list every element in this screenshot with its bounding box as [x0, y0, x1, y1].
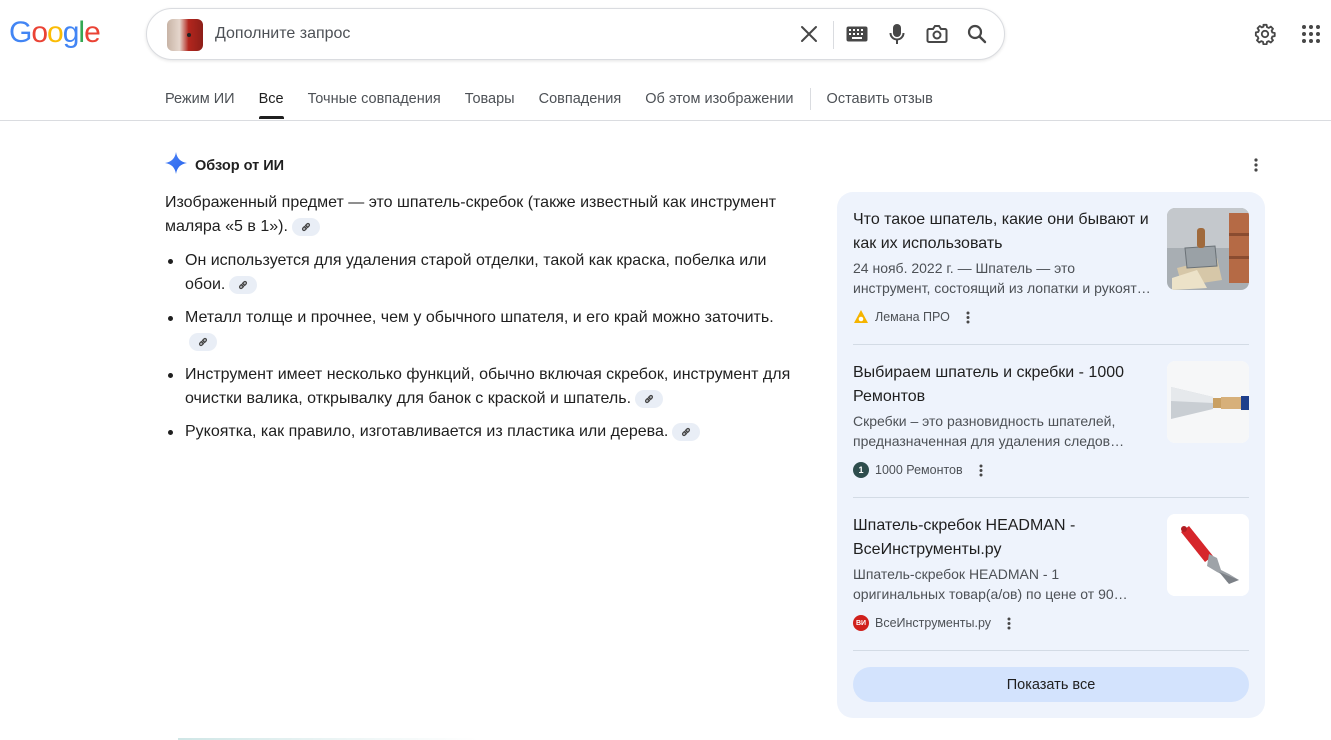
lens-icon[interactable]	[925, 22, 949, 46]
more-vert-icon[interactable]	[1003, 615, 1015, 631]
bullet-item: Рукоятка, как правило, изготавливается и…	[165, 420, 805, 444]
link-icon[interactable]	[672, 422, 701, 441]
logo-letter: o	[31, 16, 48, 49]
gemini-sparkle-icon	[165, 152, 187, 179]
source-meta: 1 1000 Ремонтов	[853, 462, 987, 478]
tab-divider	[809, 88, 811, 110]
site-favicon-icon: ВИ	[853, 615, 869, 631]
link-icon[interactable]	[635, 389, 664, 408]
tab-all[interactable]: Все	[258, 88, 284, 120]
search-input[interactable]	[215, 9, 775, 59]
snippet-line: Скребки – это разновидность шпателей,	[853, 413, 1116, 429]
source-meta: Лемана ПРО	[853, 309, 974, 325]
close-icon[interactable]	[797, 22, 821, 46]
link-icon[interactable]	[229, 275, 258, 294]
more-vert-icon[interactable]	[1244, 153, 1268, 177]
snippet-line: инструмент, состоящий из лопатки и рукоя…	[853, 280, 1151, 296]
site-name: Лемана ПРО	[875, 310, 950, 324]
source-snippet: Шпатель-скребок HEADMAN - 1 оригинальных…	[853, 564, 1153, 604]
site-favicon-icon: 1	[853, 462, 869, 478]
tab-feedback[interactable]: Оставить отзыв	[827, 88, 933, 120]
intro-text: Изображенный предмет — это шпатель-скреб…	[165, 194, 777, 235]
tab-about-image[interactable]: Об этом изображении	[645, 88, 793, 120]
site-favicon-icon	[853, 309, 869, 325]
bullet-item: Инструмент имеет несколько функций, обыч…	[165, 363, 805, 411]
keyboard-icon[interactable]	[845, 22, 869, 46]
tab-ai-mode[interactable]: Режим ИИ	[165, 88, 235, 120]
ai-overview-bullets: Он используется для удаления старой отде…	[165, 249, 805, 444]
source-thumbnail[interactable]	[1167, 361, 1249, 443]
more-vert-icon[interactable]	[962, 309, 974, 325]
source-card[interactable]: Шпатель-скребок HEADMAN - ВсеИнструменты…	[853, 498, 1249, 651]
link-icon[interactable]	[291, 217, 320, 236]
query-image-thumbnail[interactable]	[167, 19, 203, 51]
snippet-line: 24 нояб. 2022 г. — Шпатель — это	[853, 260, 1076, 276]
bullet-item: Металл толще и прочнее, чем у обычного ш…	[165, 306, 805, 354]
snippet-line: Шпатель-скребок HEADMAN - 1	[853, 566, 1060, 582]
tab-exact-matches[interactable]: Точные совпадения	[308, 88, 441, 120]
source-divider	[853, 650, 1249, 651]
tabs-divider-line	[0, 120, 1331, 121]
ai-overview-intro: Изображенный предмет — это шпатель-скреб…	[165, 191, 805, 239]
ai-overview-header: Обзор от ИИ	[165, 152, 284, 179]
google-logo[interactable]: Google	[9, 16, 101, 50]
source-meta: ВИ ВсеИнструменты.ру	[853, 615, 1015, 631]
bullet-text: Металл толще и прочнее, чем у обычного ш…	[185, 309, 774, 326]
bullet-item: Он используется для удаления старой отде…	[165, 249, 805, 297]
tab-matches[interactable]: Совпадения	[539, 88, 622, 120]
logo-letter: g	[62, 16, 80, 49]
apps-grid-icon[interactable]	[1299, 22, 1323, 46]
search-tabs: Режим ИИ Все Точные совпадения Товары Со…	[165, 88, 957, 120]
source-snippet: Скребки – это разновидность шпателей, пр…	[853, 411, 1153, 451]
bullet-text: Инструмент имеет несколько функций, обыч…	[185, 366, 791, 407]
mic-icon[interactable]	[885, 22, 909, 46]
logo-letter: o	[47, 16, 64, 49]
source-title[interactable]: Выбираем шпатель и скребки - 1000 Ремонт…	[853, 361, 1153, 409]
gear-icon[interactable]	[1253, 22, 1277, 46]
bullet-text: Он используется для удаления старой отде…	[185, 252, 767, 293]
snippet-line: оригинальных товар(а/ов) по цене от 90…	[853, 586, 1128, 602]
logo-letter: G	[9, 16, 32, 49]
site-name: 1000 Ремонтов	[875, 463, 963, 477]
link-icon[interactable]	[189, 332, 217, 351]
tab-products[interactable]: Товары	[465, 88, 515, 120]
source-thumbnail[interactable]	[1167, 514, 1249, 596]
ai-overview-title: Обзор от ИИ	[195, 157, 285, 174]
bullet-text: Рукоятка, как правило, изготавливается и…	[185, 423, 669, 440]
more-vert-icon[interactable]	[975, 462, 987, 478]
sources-panel: Что такое шпатель, какие они бывают и ка…	[837, 192, 1265, 718]
logo-letter: e	[84, 16, 101, 49]
search-box	[146, 8, 1005, 60]
source-thumbnail[interactable]	[1167, 208, 1249, 290]
source-card[interactable]: Что такое шпатель, какие они бывают и ка…	[853, 192, 1249, 345]
ai-overview-body: Изображенный предмет — это шпатель-скреб…	[165, 191, 805, 453]
source-title[interactable]: Что такое шпатель, какие они бывают и ка…	[853, 208, 1153, 256]
source-snippet: 24 нояб. 2022 г. — Шпатель — это инструм…	[853, 258, 1153, 298]
show-all-button[interactable]: Показать все	[853, 667, 1249, 702]
source-card[interactable]: Выбираем шпатель и скребки - 1000 Ремонт…	[853, 345, 1249, 498]
source-title[interactable]: Шпатель-скребок HEADMAN - ВсеИнструменты…	[853, 514, 1153, 562]
search-divider	[833, 21, 834, 49]
site-name: ВсеИнструменты.ру	[875, 616, 992, 630]
search-icon[interactable]	[965, 22, 989, 46]
snippet-line: предназначенная для удаления следов…	[853, 433, 1125, 449]
